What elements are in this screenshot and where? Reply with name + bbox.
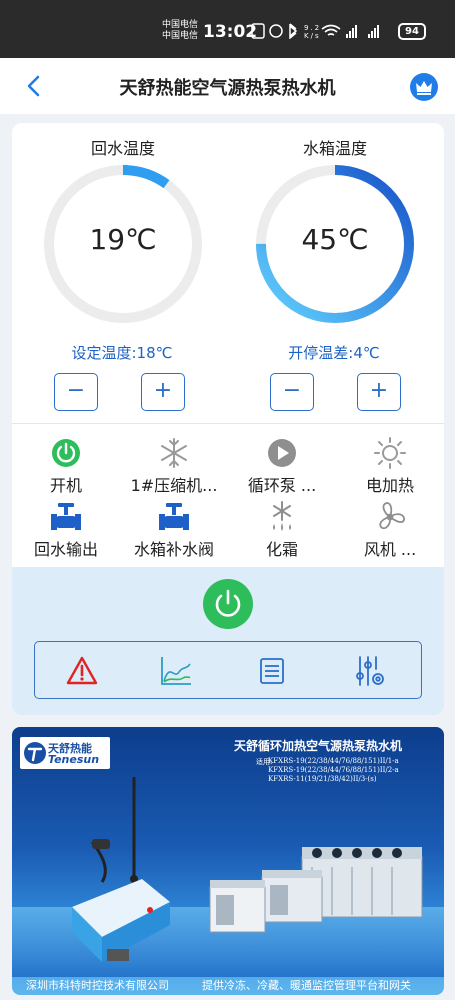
valve-icon [51, 503, 81, 530]
wifi-icon [321, 24, 341, 36]
model-line: KFXRS-19(22/38/44/76/88/151)II/2-a [268, 766, 399, 774]
battery-indicator: 94 [398, 23, 426, 40]
temp-diff-label: 开停温差:4℃ [288, 344, 380, 362]
carrier-text: 中国电信 中国电信 [162, 20, 198, 42]
company-slogan: 提供冷冻、冷藏、暖通监控管理平台和网关 [202, 979, 411, 992]
clock: 13:02 [203, 22, 258, 42]
set-temp-label: 设定温度:18℃ [71, 344, 173, 362]
bluetooth-icon [289, 23, 298, 40]
return-water-temp-value: 19℃ [89, 223, 157, 256]
gateway-device-image [72, 777, 170, 962]
status-label: 循环泵 ... [247, 476, 317, 495]
control-card: 回水温度 19℃ 水箱温度 45℃ 设定温度:18℃ 开停温差:4℃ − + −… [12, 123, 444, 715]
status-label: 风机 ... [363, 540, 417, 559]
status-return-output: 回水输出 [12, 500, 120, 560]
temp-diff-minus-button[interactable]: − [270, 373, 314, 411]
fan-icon [379, 502, 405, 530]
banner-footer: 深圳市科特时控技术有限公司 提供冷冻、冷藏、暖通监控管理平台和网关 [12, 975, 444, 995]
speed-icon: 9.2 [304, 24, 321, 32]
function-toolbar [34, 641, 422, 699]
status-defrost: 化霜 [228, 500, 336, 560]
product-banner[interactable]: 天舒热能 Tenesun 天舒循环加热空气源热泵热水机 适用: KFXRS-19… [12, 727, 444, 995]
back-arrow-icon[interactable] [22, 74, 46, 98]
status-label: 1#压缩机... [130, 476, 218, 495]
settings-sliders-icon[interactable] [353, 654, 387, 688]
power-button[interactable] [203, 579, 253, 629]
power-on-icon [52, 439, 80, 467]
temp-diff-plus-button[interactable]: + [357, 373, 401, 411]
banner-models: KFXRS-19(22/38/44/76/88/151)II/1-a KFXRS… [268, 757, 399, 784]
model-line: KFXRS-19(22/38/44/76/88/151)II/1-a [268, 757, 399, 765]
status-bar: 中国电信 中国电信 13:02 9.2 K/s 94 [0, 0, 455, 58]
play-icon [268, 439, 296, 467]
set-temp-plus-button[interactable]: + [141, 373, 185, 411]
status-label: 化霜 [265, 540, 298, 559]
list-icon[interactable] [255, 654, 289, 688]
sun-icon [374, 437, 406, 469]
tank-temp-title: 水箱温度 [302, 139, 367, 158]
tank-temp-value: 45℃ [301, 223, 369, 256]
carrier-line-2: 中国电信 [162, 31, 199, 41]
nfc-icon [251, 23, 265, 39]
status-label: 开机 [49, 476, 82, 495]
power-icon [215, 589, 241, 617]
alarm-icon [269, 24, 283, 38]
brand-logo: 天舒热能 Tenesun [20, 737, 110, 769]
vip-crown-button[interactable] [410, 73, 438, 101]
crown-icon [416, 81, 432, 95]
page-title: 天舒热能空气源热泵热水机 [119, 78, 336, 99]
tank-temp-gauge: 45℃ [250, 159, 420, 329]
status-label: 水箱补水阀 [133, 540, 214, 559]
model-line: KFXRS-11(19/21/38/42)II/3-(s) [268, 775, 377, 783]
status-electric-heat: 电加热 [336, 436, 444, 496]
svg-text:K/s: K/s [304, 32, 321, 39]
status-tank-refill-valve: 水箱补水阀 [120, 500, 228, 560]
defrost-icon [273, 501, 291, 531]
alarm-warning-icon[interactable] [65, 654, 99, 688]
power-area [12, 567, 444, 715]
company-name: 深圳市科特时控技术有限公司 [26, 979, 169, 992]
divider [12, 423, 444, 424]
status-circulation-pump: 循环泵 ... [228, 436, 336, 496]
set-temp-minus-button[interactable]: − [54, 373, 98, 411]
status-compressor: 1#压缩机... [120, 436, 228, 496]
status-power: 开机 [12, 436, 120, 496]
status-label: 电加热 [365, 476, 414, 495]
return-water-temp-title: 回水温度 [90, 139, 155, 158]
valve-icon [159, 503, 189, 530]
carrier-line-1: 中国电信 [162, 20, 199, 30]
curve-chart-icon[interactable] [159, 654, 193, 688]
banner-title: 天舒循环加热空气源热泵热水机 [234, 739, 403, 753]
title-bar: 天舒热能空气源热泵热水机 [0, 58, 455, 114]
logo-en-text: Tenesun [48, 753, 100, 766]
snowflake-icon [161, 438, 187, 468]
return-water-gauge: 19℃ [38, 159, 208, 329]
logo-mark-icon [24, 742, 46, 764]
heat-pump-units-image [209, 847, 423, 933]
status-icons: 9.2 K/s [250, 23, 390, 42]
status-label: 回水输出 [33, 540, 98, 559]
status-fan: 风机 ... [336, 500, 444, 560]
signal-icon [346, 25, 379, 38]
